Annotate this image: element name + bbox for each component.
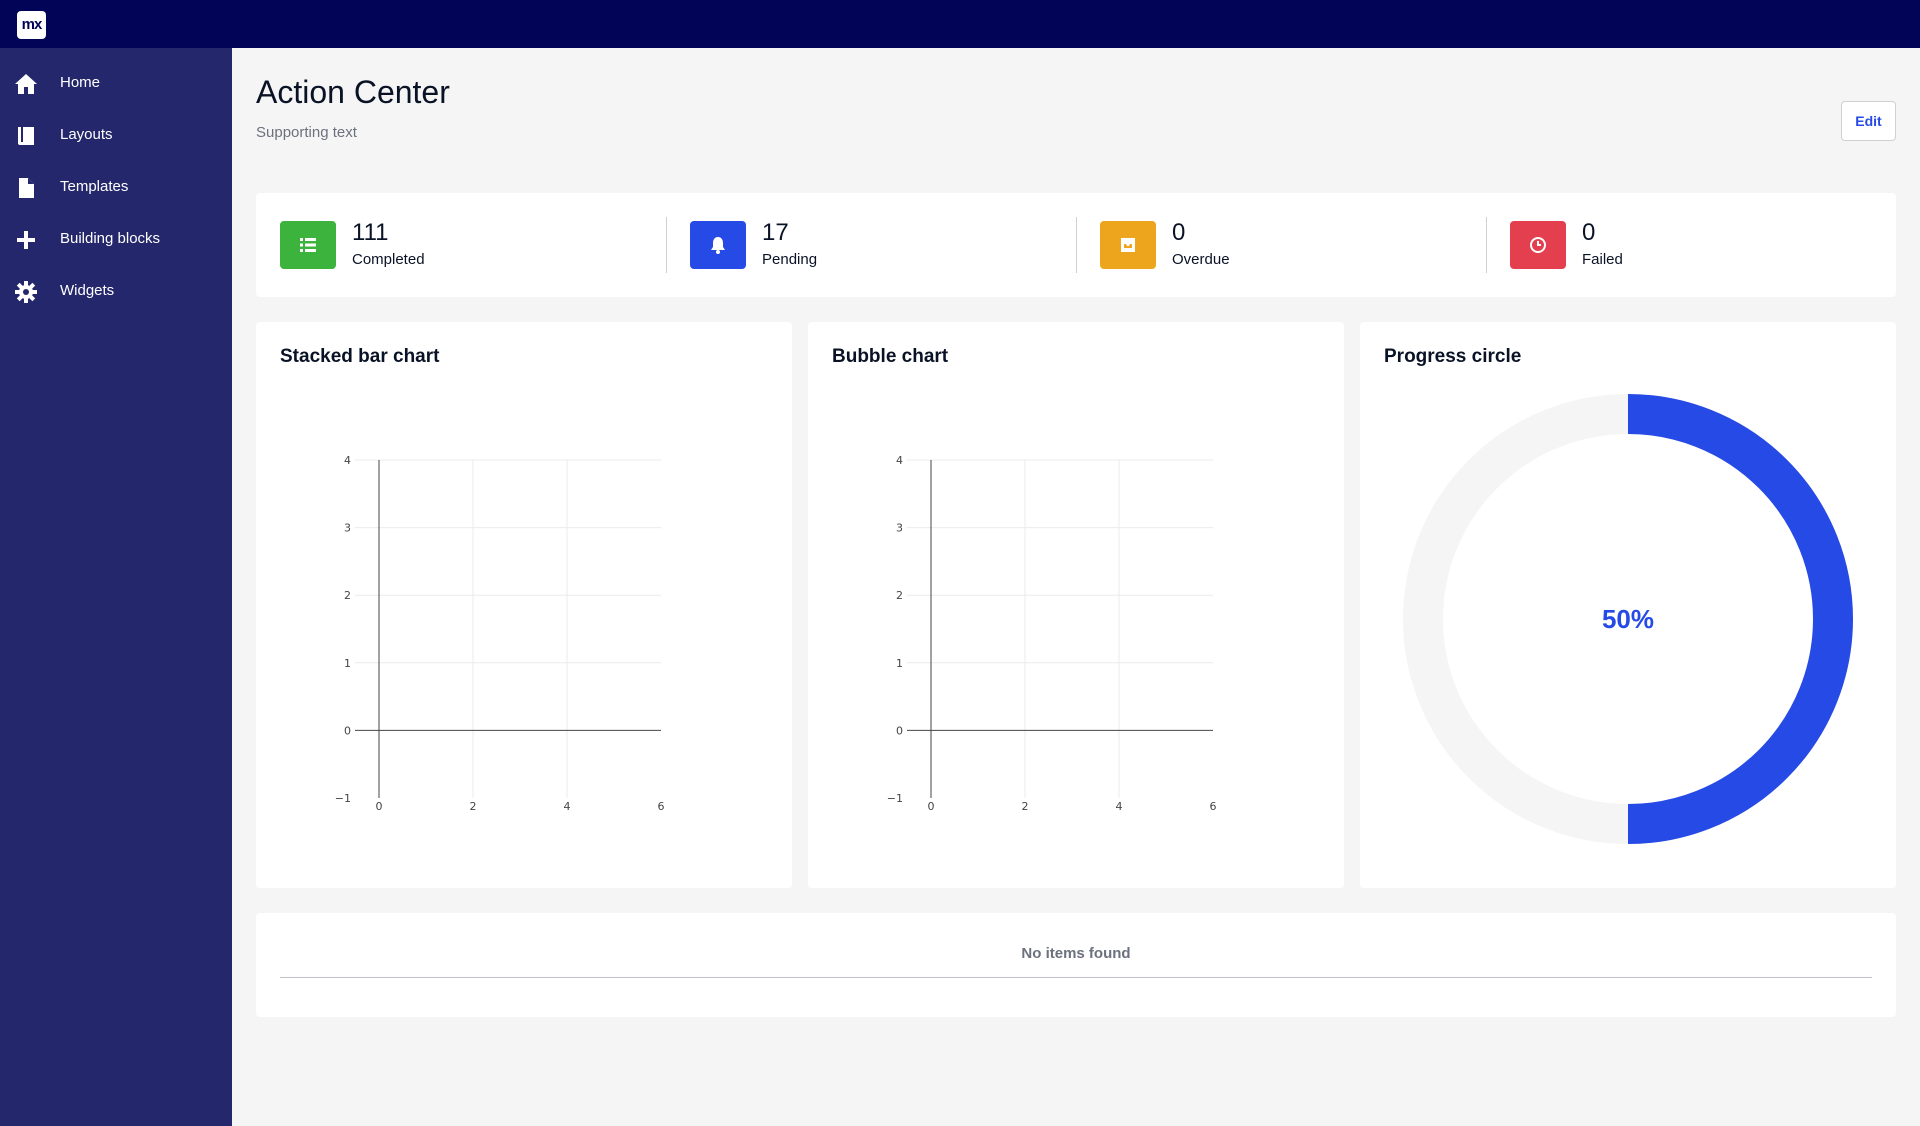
page-subtitle: Supporting text — [256, 124, 357, 141]
stat-tile — [1510, 221, 1566, 269]
bell-icon — [711, 237, 725, 254]
list-view: No items found — [256, 913, 1896, 1017]
stat-pending: 17 Pending — [666, 193, 1077, 297]
sidebar-item-home[interactable]: Home — [0, 58, 232, 110]
y-tick-label: −1 — [335, 792, 351, 805]
top-bar: mx — [0, 0, 1920, 48]
sidebar-item-templates[interactable]: Templates — [0, 162, 232, 214]
sidebar-item-layouts[interactable]: Layouts — [0, 110, 232, 162]
stacked-bar-chart[interactable]: 4 3 2 1 0 −1 0 2 4 6 — [256, 322, 792, 888]
y-tick-label: 0 — [896, 724, 903, 737]
y-tick-label: 0 — [344, 724, 351, 737]
bubble-chart[interactable]: 4 3 2 1 0 −1 0 2 4 6 — [808, 322, 1344, 888]
document-icon — [19, 178, 34, 198]
stat-failed: 0 Failed — [1486, 193, 1896, 297]
sidebar: Home Layouts Templates Building blocks W… — [0, 48, 232, 1126]
stat-tile — [280, 221, 336, 269]
home-icon — [15, 74, 37, 94]
sidebar-item-label: Templates — [60, 178, 129, 195]
sidebar-item-label: Widgets — [60, 282, 115, 299]
sidebar-item-label: Layouts — [60, 126, 113, 143]
x-tick-label: 0 — [376, 800, 383, 813]
x-tick-label: 4 — [1116, 800, 1123, 813]
x-tick-label: 0 — [928, 800, 935, 813]
inbox-icon — [1121, 238, 1135, 252]
y-tick-label: 3 — [896, 522, 903, 535]
book-icon — [18, 127, 34, 145]
stat-value: 111 — [352, 219, 389, 246]
x-tick-label: 4 — [564, 800, 571, 813]
progress-label: 50% — [1602, 604, 1654, 634]
stat-label: Pending — [762, 251, 818, 268]
stat-label: Overdue — [1172, 251, 1230, 268]
progress-fill — [1627, 394, 1853, 844]
progress-circle: 50% — [1403, 394, 1853, 844]
x-tick-label: 6 — [658, 800, 665, 813]
list-icon — [300, 238, 316, 252]
stat-tile — [1100, 221, 1156, 269]
sidebar-item-building-blocks[interactable]: Building blocks — [0, 214, 232, 266]
stat-value: 17 — [762, 219, 789, 246]
mendix-logo[interactable]: mx — [17, 11, 46, 39]
divider — [280, 977, 1872, 978]
stat-value: 0 — [1582, 219, 1596, 246]
y-tick-label: 3 — [344, 522, 351, 535]
sidebar-item-label: Building blocks — [60, 230, 161, 247]
bubble-chart-card: Bubble chart 4 3 2 1 0 −1 0 2 4 6 — [808, 322, 1344, 888]
x-tick-label: 2 — [1022, 800, 1029, 813]
x-tick-label: 6 — [1210, 800, 1217, 813]
stat-label: Failed — [1582, 251, 1623, 268]
stats-bar: 111 Completed 17 Pending 0 Overdue 0 Fai… — [256, 193, 1896, 297]
y-tick-label: 1 — [896, 657, 903, 670]
clock-icon — [1530, 237, 1546, 253]
edit-button[interactable]: Edit — [1841, 101, 1896, 141]
empty-message: No items found — [1021, 945, 1131, 962]
x-tick-label: 2 — [470, 800, 477, 813]
y-tick-label: 4 — [896, 454, 903, 467]
stat-label: Completed — [352, 251, 425, 268]
y-tick-label: 2 — [344, 589, 351, 602]
gear-icon — [15, 281, 37, 303]
sidebar-item-label: Home — [60, 74, 101, 91]
stacked-bar-chart-card: Stacked bar chart 4 3 2 1 0 −1 0 2 4 6 — [256, 322, 792, 888]
stat-completed: 111 Completed — [256, 193, 667, 297]
y-tick-label: −1 — [887, 792, 903, 805]
progress-circle-card: Progress circle 50% — [1360, 322, 1896, 888]
plus-icon — [17, 231, 35, 249]
main-content: Action Center Supporting text Edit 111 C… — [232, 48, 1920, 1126]
y-tick-label: 1 — [344, 657, 351, 670]
y-tick-label: 2 — [896, 589, 903, 602]
stat-value: 0 — [1172, 219, 1186, 246]
stat-overdue: 0 Overdue — [1076, 193, 1487, 297]
stat-tile — [690, 221, 746, 269]
page-title: Action Center — [256, 74, 450, 110]
y-tick-label: 4 — [344, 454, 351, 467]
sidebar-item-widgets[interactable]: Widgets — [0, 266, 232, 318]
